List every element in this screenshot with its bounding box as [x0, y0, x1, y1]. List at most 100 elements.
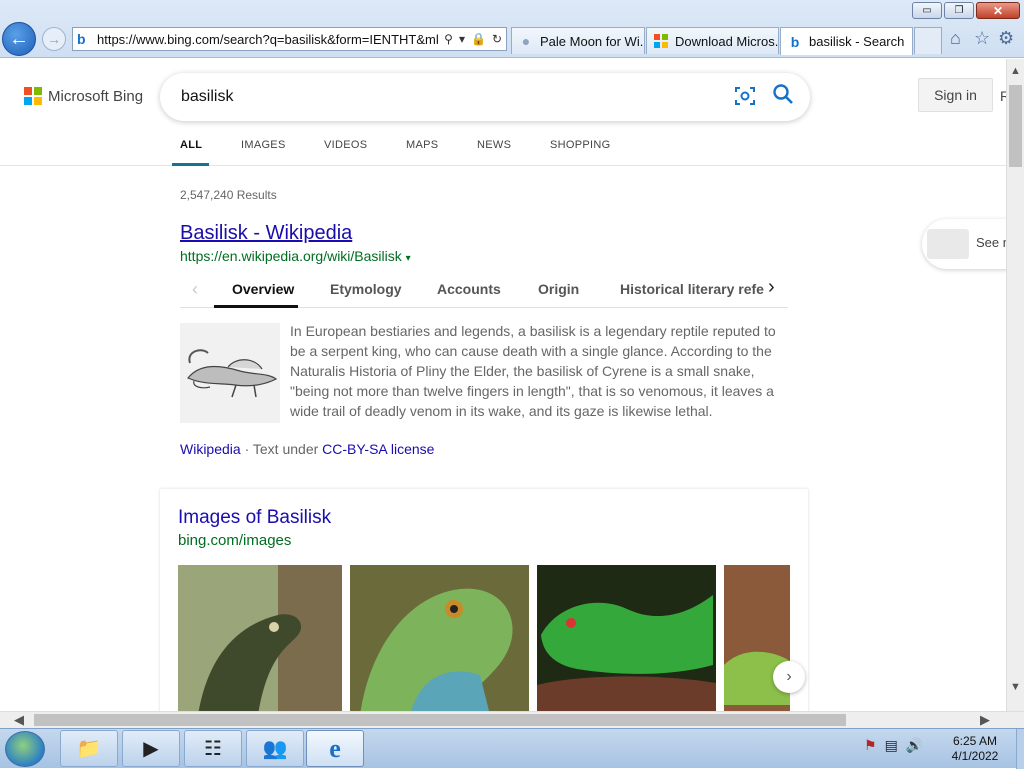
microsoft-logo-icon [24, 87, 42, 105]
result-description: In European bestiaries and legends, a ba… [290, 323, 776, 419]
images-title-link[interactable]: Images of Basilisk [178, 507, 331, 529]
search-icon[interactable]: ⚲ [444, 32, 453, 46]
logo-square-blue [24, 97, 32, 105]
horizontal-scrollbar[interactable]: ◀ ▶ [0, 711, 1024, 728]
image-thumbnail[interactable] [537, 565, 716, 711]
result-url-text[interactable]: https://en.wikipedia.org/wiki/Basilisk [180, 248, 402, 264]
globe-icon: ● [521, 33, 531, 49]
taskbar-media-player[interactable]: ▶ [122, 730, 180, 767]
scope-bar: ALL IMAGES VIDEOS MAPS NEWS SHOPPING [0, 132, 1006, 166]
browser-chrome: ▭ ❐ ✕ ← → b https://www.bing.com/search?… [0, 0, 1024, 58]
lock-icon[interactable]: 🔒 [471, 32, 486, 46]
deep-tab-origin[interactable]: Origin [538, 281, 579, 297]
deep-tab-historical[interactable]: Historical literary refe [620, 281, 764, 297]
basilisk-illustration[interactable] [180, 323, 280, 423]
scroll-down-icon[interactable]: ▼ [1010, 681, 1021, 693]
taskbar-users[interactable]: 👥 [246, 730, 304, 767]
bing-favicon-icon: b [77, 31, 86, 47]
images-card: Images of Basilisk bing.com/images [160, 489, 808, 711]
see-more-panel[interactable]: See m [922, 219, 1006, 269]
system-tray: ⚑ ▤ 🔊 [864, 737, 923, 754]
action-center-icon[interactable]: ⚑ [864, 737, 877, 754]
back-button[interactable]: ← [2, 22, 36, 56]
caret-down-icon[interactable]: ▾ [406, 253, 411, 264]
forward-button[interactable]: → [42, 27, 66, 51]
logo-square-green [34, 87, 42, 95]
license-prefix: · Text under [244, 441, 319, 457]
internet-explorer-icon: e [329, 733, 341, 763]
result-deep-tabs: ‹ Overview Etymology Accounts Origin His… [180, 274, 788, 308]
tab-basilisk-search[interactable]: b basilisk - Search ✕ [780, 27, 913, 55]
deep-tab-accounts[interactable]: Accounts [437, 281, 501, 297]
tab-news[interactable]: NEWS [477, 139, 511, 151]
network-icon[interactable]: ▤ [885, 737, 898, 754]
dropdown-icon[interactable]: ▾ [459, 32, 465, 46]
horizontal-scroll-thumb[interactable] [34, 714, 846, 726]
scroll-up-icon[interactable]: ▲ [1010, 65, 1021, 77]
tab-download-microsoft[interactable]: Download Micros... [646, 27, 779, 54]
logo-text: Microsoft Bing [48, 87, 144, 105]
bing-logo[interactable]: Microsoft Bing [24, 87, 143, 105]
active-scope-indicator [172, 163, 209, 166]
scroll-right-icon[interactable]: ▶ [980, 712, 990, 728]
bing-favicon-icon: b [790, 33, 800, 50]
image-thumbnail[interactable] [178, 565, 342, 711]
logo-square-yellow [34, 97, 42, 105]
images-next-button[interactable]: › [773, 661, 805, 693]
tab-pale-moon[interactable]: ● Pale Moon for Wi... [511, 27, 645, 54]
chevron-left-icon[interactable]: ‹ [192, 279, 198, 300]
vertical-scrollbar[interactable]: ▲ ▼ [1006, 59, 1024, 711]
result-url[interactable]: https://en.wikipedia.org/wiki/Basilisk ▾ [180, 248, 411, 264]
sign-in-button[interactable]: Sign in [918, 78, 993, 112]
search-button[interactable] [772, 83, 796, 107]
microsoft-logo-icon [653, 33, 669, 49]
see-more-thumbnail [927, 229, 969, 259]
taskbar-explorer[interactable]: 📁 [60, 730, 118, 767]
close-button[interactable]: ✕ [976, 2, 1020, 19]
gear-icon[interactable]: ⚙ [998, 28, 1014, 49]
tab-maps[interactable]: MAPS [406, 139, 438, 151]
chevron-right-icon[interactable]: › [768, 276, 788, 299]
images-source[interactable]: bing.com/images [178, 532, 291, 549]
volume-icon[interactable]: 🔊 [906, 737, 923, 754]
search-input[interactable]: basilisk [160, 73, 810, 121]
deep-tab-etymology[interactable]: Etymology [330, 281, 402, 297]
tab-shopping[interactable]: SHOPPING [550, 139, 610, 151]
favorites-star-icon[interactable]: ☆ [974, 28, 990, 49]
result-title-link[interactable]: Basilisk - Wikipedia [180, 222, 352, 245]
address-bar[interactable]: b https://www.bing.com/search?q=basilisk… [72, 27, 507, 51]
clock[interactable]: 6:25 AM 4/1/2022 [936, 734, 1014, 764]
new-tab-button[interactable] [914, 27, 942, 54]
scroll-left-icon[interactable]: ◀ [14, 712, 24, 728]
home-icon[interactable]: ⌂ [950, 28, 961, 49]
taskbar-internet-explorer[interactable]: e [306, 730, 364, 767]
address-url[interactable]: https://www.bing.com/search?q=basilisk&f… [97, 32, 438, 47]
vertical-scroll-thumb[interactable] [1009, 85, 1022, 167]
taskbar: 📁 ▶ ☷ 👥 e ⚑ ▤ 🔊 6:25 AM 4/1/2022 [0, 728, 1024, 769]
show-desktop-button[interactable] [1016, 729, 1024, 769]
restore-button[interactable]: ❐ [944, 2, 974, 19]
active-deep-tab-indicator [214, 305, 298, 308]
minimize-button[interactable]: ▭ [912, 2, 942, 19]
tab-videos[interactable]: VIDEOS [324, 139, 367, 151]
clock-time: 6:25 AM [952, 734, 998, 748]
back-arrow-icon: ← [9, 27, 29, 50]
search-query[interactable]: basilisk [181, 88, 233, 106]
search-icon [773, 84, 793, 104]
forward-arrow-icon: → [47, 31, 61, 47]
window-controls: ▭ ❐ ✕ [912, 2, 1020, 19]
start-button[interactable] [5, 731, 45, 767]
tab-images[interactable]: IMAGES [241, 139, 286, 151]
taskbar-control-panel[interactable]: ☷ [184, 730, 242, 767]
control-panel-icon: ☷ [204, 738, 222, 760]
tab-all[interactable]: ALL [180, 139, 202, 151]
image-thumbnail[interactable] [350, 565, 529, 711]
license-link[interactable]: CC-BY-SA license [322, 441, 434, 457]
deep-tab-overview[interactable]: Overview [232, 281, 294, 297]
visual-search-icon[interactable] [734, 85, 756, 107]
media-player-icon: ▶ [143, 738, 159, 760]
refresh-icon[interactable]: ↻ [492, 32, 502, 46]
see-more-label: See m [976, 235, 1006, 250]
wikipedia-link[interactable]: Wikipedia [180, 441, 241, 457]
web-page: Microsoft Bing basilisk Sign in R ALL IM… [0, 59, 1006, 711]
